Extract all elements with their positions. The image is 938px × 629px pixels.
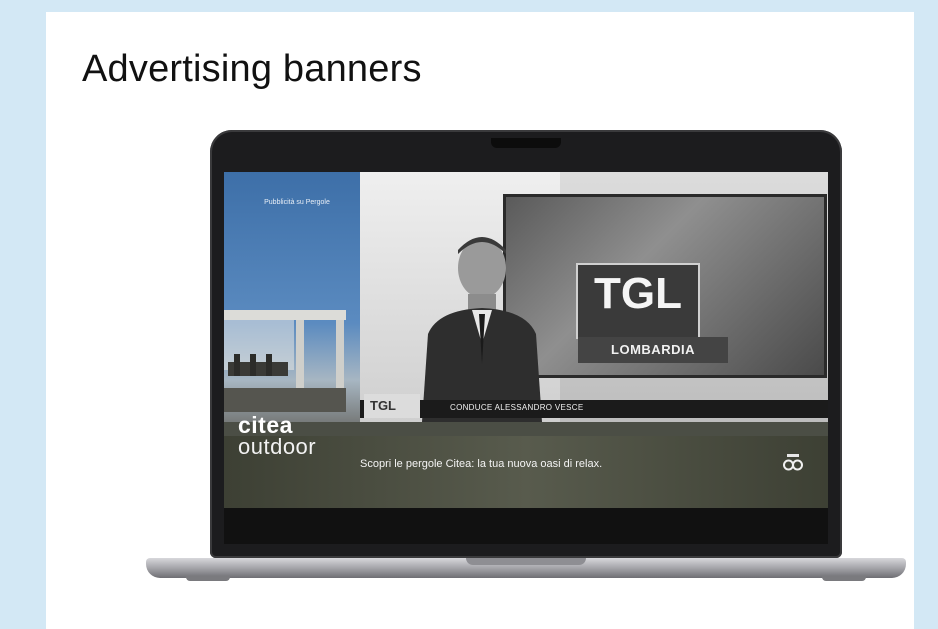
laptop-mockup: Pubblicità su Pergole TGL LOMBARDIA TGL … (146, 130, 906, 592)
infinity-logo-icon (783, 454, 803, 471)
sidebar-ad-kicker: Pubblicità su Pergole (264, 199, 330, 206)
camera-notch (491, 138, 561, 148)
lower-third-bar: TGL CONDUCE ALESSANDRO VESCE (360, 394, 828, 418)
laptop-foot-left (186, 576, 230, 581)
broadcast-frame: TGL LOMBARDIA TGL CONDUCE ALESSANDRO VES… (360, 172, 828, 422)
laptop-foot-right (822, 576, 866, 581)
page-title: Advertising banners (82, 48, 422, 90)
laptop-opening-notch (466, 558, 586, 565)
laptop-screen: Pubblicità su Pergole TGL LOMBARDIA TGL … (224, 172, 828, 508)
lower-third-caption: CONDUCE ALESSANDRO VESCE (450, 403, 584, 412)
pergola-image (224, 310, 346, 412)
tgl-logo-small: TGL (364, 394, 420, 418)
banner-message: Scopri le pergole Citea: la tua nuova oa… (360, 458, 603, 470)
screen-bezel (224, 508, 828, 544)
news-anchor-image (422, 237, 542, 422)
brand-name-line2: outdoor (238, 434, 317, 459)
region-label-large: LOMBARDIA (578, 337, 728, 363)
laptop-lid: Pubblicità su Pergole TGL LOMBARDIA TGL … (210, 130, 842, 558)
tgl-logo-large: TGL (576, 263, 700, 339)
content-card: Advertising banners Pubblicità su Pergol… (46, 12, 914, 629)
